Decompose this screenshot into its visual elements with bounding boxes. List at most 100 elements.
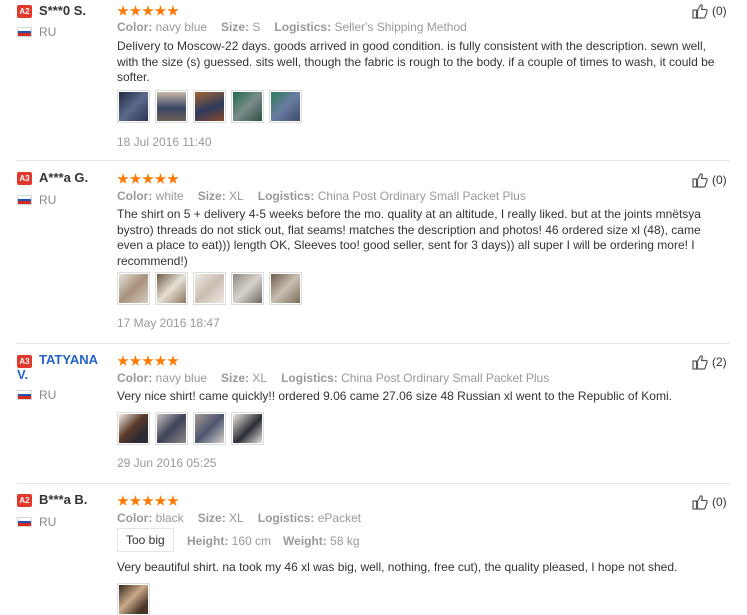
review-photo[interactable]: [193, 412, 226, 445]
color-label: Color:: [117, 189, 153, 203]
reviewer-country: RU: [39, 193, 57, 207]
star-icon: [142, 355, 154, 366]
star-rating: [117, 494, 180, 506]
level-badge-icon: A2: [17, 5, 32, 18]
review-text: Delivery to Moscow-22 days. goods arrive…: [117, 39, 715, 84]
review-item: A2 S***0 S. RU Color: navy blue Size: S Lo…: [0, 0, 747, 160]
review-photos: [117, 272, 307, 306]
star-rating: [117, 4, 180, 16]
review-date: 18 Jul 2016 11:40: [117, 135, 212, 149]
review-text: Very beautiful shirt. na took my 46 xl w…: [117, 560, 678, 574]
body-measurements: Height: 160 cm Weight: 58 kg: [187, 534, 360, 548]
height-label: Height:: [187, 534, 229, 548]
fit-tag: Too big: [117, 528, 174, 552]
thumbs-up-icon: [692, 4, 708, 19]
star-icon: [129, 355, 142, 366]
size-label: Size:: [221, 371, 250, 385]
size-value: XL: [252, 371, 268, 385]
logistics-label: Logistics:: [274, 20, 332, 34]
reviewer-name: B***a B.: [39, 492, 88, 507]
russia-flag-icon: [17, 517, 32, 527]
review-photo[interactable]: [117, 583, 150, 615]
star-icon: [154, 495, 167, 506]
star-icon: [154, 5, 167, 16]
star-icon: [167, 355, 179, 366]
star-rating: [117, 354, 180, 366]
star-icon: [167, 173, 179, 184]
star-icon: [167, 5, 179, 16]
size-value: S: [252, 20, 261, 34]
review-date: 17 May 2016 18:47: [117, 316, 220, 330]
russia-flag-icon: [17, 390, 32, 400]
russia-flag-icon: [17, 27, 32, 37]
color-value: navy blue: [155, 371, 208, 385]
review-photo[interactable]: [269, 90, 302, 123]
review-text: Very nice shirt! came quickly!! ordered …: [117, 389, 672, 403]
order-details: Color: white Size: XL Logistics: China Pos…: [117, 189, 526, 203]
review-text: The shirt on 5 + delivery 4-5 weeks befo…: [117, 207, 701, 268]
like-button[interactable]: (0): [692, 172, 742, 188]
size-label: Size:: [197, 511, 226, 525]
height-value: 160 cm: [231, 534, 272, 548]
logistics-label: Logistics:: [257, 511, 315, 525]
like-button[interactable]: (0): [692, 494, 742, 510]
weight-label: Weight:: [283, 534, 327, 548]
star-icon: [167, 495, 179, 506]
review-photos: [117, 90, 307, 124]
like-count: (2): [712, 355, 727, 369]
review-date: 29 Jun 2016 05:25: [117, 456, 217, 470]
star-icon: [129, 495, 142, 506]
like-count: (0): [712, 173, 727, 187]
logistics-label: Logistics:: [281, 371, 338, 385]
review-photos: [117, 412, 269, 446]
color-value: black: [155, 511, 184, 525]
star-icon: [154, 173, 167, 184]
thumbs-up-icon: [692, 173, 708, 188]
review-photo[interactable]: [193, 90, 226, 123]
size-label: Size:: [197, 189, 226, 203]
level-badge-icon: A2: [17, 494, 32, 507]
logistics-value: China Post Ordinary Small Packet Plus: [341, 371, 550, 385]
size-label: Size:: [221, 20, 250, 34]
thumbs-up-icon: [692, 495, 708, 510]
star-icon: [117, 5, 129, 16]
reviewer-name: S***0 S.: [39, 3, 86, 18]
like-button[interactable]: (0): [692, 3, 742, 19]
size-value: XL: [229, 511, 244, 525]
star-icon: [129, 173, 142, 184]
star-icon: [117, 355, 129, 366]
star-icon: [142, 5, 154, 16]
review-item: A3 A***a G. RU Color: white Size: XL Logis…: [0, 160, 747, 343]
like-button[interactable]: (2): [692, 354, 742, 370]
review-photo[interactable]: [231, 272, 264, 305]
review-item: A3 TATYANA V. RU Color: navy blue Size: X…: [0, 343, 747, 483]
review-photo[interactable]: [231, 90, 264, 123]
review-item: A2 B***a B. RU Color: black Size: XL Logis…: [0, 483, 747, 615]
review-photo[interactable]: [269, 272, 302, 305]
logistics-value: ePacket: [317, 511, 362, 525]
color-value: navy blue: [155, 20, 208, 34]
review-photo[interactable]: [155, 272, 188, 305]
reviewer-country: RU: [39, 388, 57, 402]
logistics-value: Seller's Shipping Method: [334, 20, 467, 34]
like-count: (0): [712, 4, 727, 18]
russia-flag-icon: [17, 195, 32, 205]
logistics-value: China Post Ordinary Small Packet Plus: [317, 189, 526, 203]
size-value: XL: [229, 189, 244, 203]
star-rating: [117, 172, 180, 184]
review-photo[interactable]: [231, 412, 264, 445]
review-photos: [117, 583, 155, 615]
review-photo[interactable]: [117, 272, 150, 305]
review-photo[interactable]: [117, 90, 150, 123]
reviewer-name[interactable]: TATYANA: [39, 352, 98, 367]
review-photo[interactable]: [155, 90, 188, 123]
reviewer-name-line2[interactable]: V.: [17, 367, 28, 382]
order-details: Color: navy blue Size: S Logistics: Seller…: [117, 20, 467, 34]
star-icon: [142, 173, 154, 184]
review-photo[interactable]: [155, 412, 188, 445]
star-icon: [154, 355, 167, 366]
review-photo[interactable]: [193, 272, 226, 305]
level-badge-icon: A3: [17, 172, 32, 185]
review-photo[interactable]: [117, 412, 150, 445]
reviewer-country: RU: [39, 515, 57, 529]
